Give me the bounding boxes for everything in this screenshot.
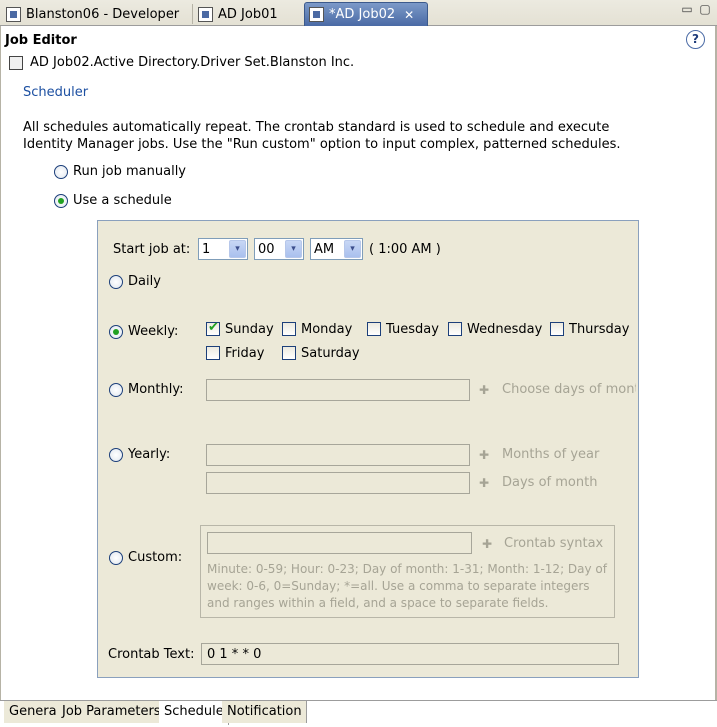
yearly-months-field[interactable] [206, 444, 470, 466]
time-display: ( 1:00 AM ) [369, 242, 441, 257]
help-icon[interactable]: ? [686, 30, 705, 49]
daily-radio[interactable] [109, 275, 123, 289]
crontab-text-label: Crontab Text: [108, 647, 195, 662]
friday-label: Friday [225, 346, 265, 361]
sunday-label: Sunday [225, 322, 274, 337]
crontab-text-field[interactable]: 0 1 * * 0 [201, 643, 619, 665]
job-file-icon [198, 6, 213, 22]
tab-schedule[interactable]: Schedule [159, 701, 229, 725]
scheduler-section-link[interactable]: Scheduler [23, 85, 88, 100]
ampm-dropdown[interactable]: AM ▾ [310, 238, 363, 260]
monthly-radio[interactable] [109, 383, 123, 397]
sunday-checkbox[interactable] [206, 320, 220, 336]
use-schedule-label: Use a schedule [73, 193, 172, 208]
tab-blanston06-developer[interactable]: Blanston06 - Developer [2, 2, 192, 26]
weekly-label: Weekly: [128, 324, 179, 339]
chevron-down-icon: ▾ [285, 240, 302, 258]
tab-ad-job02[interactable]: *AD Job02 ✕ [304, 2, 428, 26]
friday-checkbox[interactable] [206, 346, 220, 360]
start-job-label: Start job at: [113, 242, 191, 257]
plus-icon[interactable]: ✚ [482, 537, 492, 551]
close-icon[interactable]: ✕ [404, 8, 414, 22]
run-manually-label: Run job manually [73, 164, 187, 179]
minute-dropdown[interactable]: 00 ▾ [254, 238, 304, 260]
job-file-icon [309, 7, 324, 22]
custom-label: Custom: [128, 550, 183, 565]
yearly-days-hint: Days of month [502, 475, 598, 490]
plus-icon[interactable]: ✚ [479, 383, 489, 397]
monthly-label: Monthly: [128, 382, 184, 397]
yearly-days-field[interactable] [206, 472, 470, 494]
use-schedule-radio[interactable] [54, 194, 68, 208]
crontab-syntax-field[interactable] [207, 532, 472, 554]
tuesday-label: Tuesday [386, 322, 439, 337]
editor-frame-left [0, 26, 1, 700]
monthly-days-field[interactable] [206, 379, 470, 401]
hour-dropdown[interactable]: 1 ▾ [198, 238, 248, 260]
yearly-radio[interactable] [109, 448, 123, 462]
tab-notification[interactable]: Notification [222, 701, 307, 723]
yearly-months-hint: Months of year [502, 447, 600, 462]
thursday-checkbox[interactable] [550, 322, 564, 336]
thursday-label: Thursday [569, 322, 630, 337]
minimize-icon[interactable]: ▭ [679, 3, 695, 17]
job-object-icon [9, 56, 23, 70]
wednesday-label: Wednesday [467, 322, 543, 337]
tab-separator [192, 4, 193, 24]
developer-file-icon [6, 6, 21, 22]
scheduler-description: All schedules automatically repeat. The … [23, 120, 621, 152]
plus-icon[interactable]: ✚ [479, 476, 489, 490]
crontab-help-text: Minute: 0-59; Hour: 0-23; Day of month: … [207, 562, 608, 610]
tab-ad-job01[interactable]: AD Job01 [194, 2, 304, 26]
daily-label: Daily [128, 274, 161, 289]
monday-label: Monday [301, 322, 353, 337]
monday-checkbox[interactable] [282, 322, 296, 336]
custom-radio[interactable] [109, 551, 123, 565]
object-path: AD Job02.Active Directory.Driver Set.Bla… [30, 55, 355, 70]
chevron-down-icon: ▾ [229, 240, 246, 258]
monthly-days-hint: Choose days of mont [502, 382, 636, 397]
saturday-label: Saturday [301, 346, 360, 361]
weekly-radio[interactable] [109, 325, 123, 339]
saturday-checkbox[interactable] [282, 346, 296, 360]
plus-icon[interactable]: ✚ [479, 448, 489, 462]
crontab-syntax-hint: Crontab syntax [504, 536, 604, 551]
yearly-label: Yearly: [128, 447, 171, 462]
chevron-down-icon: ▾ [344, 240, 361, 258]
page-title: Job Editor [5, 33, 77, 48]
tuesday-checkbox[interactable] [367, 322, 381, 336]
run-manually-radio[interactable] [54, 165, 68, 179]
maximize-icon[interactable]: ▢ [697, 3, 713, 17]
wednesday-checkbox[interactable] [448, 322, 462, 336]
tab-job-parameters[interactable]: Job Parameters [57, 701, 166, 723]
